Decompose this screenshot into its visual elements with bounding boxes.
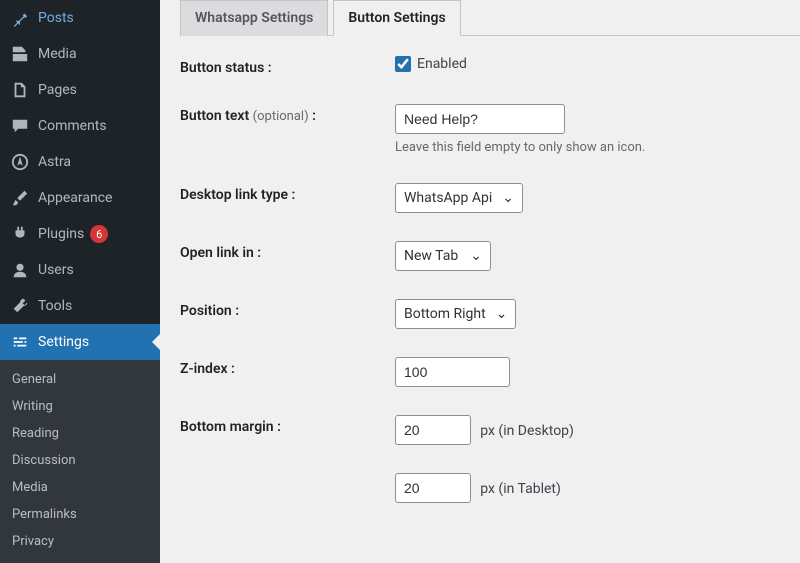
sidebar-label: Media <box>38 46 77 62</box>
zindex-label: Z-index : <box>180 357 395 377</box>
sidebar-label: Pages <box>38 82 77 98</box>
submenu-item-media[interactable]: Media <box>0 474 160 501</box>
sidebar-label: Users <box>38 262 74 278</box>
main-content: Whatsapp Settings Button Settings Button… <box>160 0 800 550</box>
sidebar-item-media[interactable]: Media <box>0 36 160 72</box>
sidebar-item-plugins[interactable]: Plugins 6 <box>0 216 160 252</box>
position-select[interactable]: Bottom Right ⌄ <box>395 299 516 329</box>
sidebar-label: Settings <box>38 334 89 350</box>
button-text-label: Button text (optional) : <box>180 104 395 124</box>
submenu-item-reading[interactable]: Reading <box>0 420 160 447</box>
bottom-margin-desktop-input[interactable] <box>395 415 471 445</box>
submenu-item-privacy[interactable]: Privacy <box>0 528 160 555</box>
open-link-in-select[interactable]: New Tab ⌄ <box>395 241 491 271</box>
chevron-down-icon: ⌄ <box>496 306 508 322</box>
settings-submenu: General Writing Reading Discussion Media… <box>0 360 160 563</box>
sidebar-label: Astra <box>38 154 71 170</box>
pages-icon <box>10 80 30 100</box>
update-badge: 6 <box>90 225 108 243</box>
media-icon <box>10 44 30 64</box>
pin-icon <box>10 8 30 28</box>
sidebar-item-posts[interactable]: Posts <box>0 0 160 36</box>
button-status-label: Button status : <box>180 56 395 76</box>
button-text-help: Leave this field empty to only show an i… <box>395 140 800 155</box>
submenu-item-permalinks[interactable]: Permalinks <box>0 501 160 528</box>
button-status-checkbox[interactable] <box>395 56 411 72</box>
button-status-checkbox-label: Enabled <box>417 56 467 72</box>
chevron-down-icon: ⌄ <box>470 248 482 264</box>
sidebar-item-tools[interactable]: Tools <box>0 288 160 324</box>
button-text-input[interactable] <box>395 104 565 134</box>
comment-icon <box>10 116 30 136</box>
settings-tabs: Whatsapp Settings Button Settings <box>180 0 800 36</box>
desktop-link-type-select[interactable]: WhatsApp Api ⌄ <box>395 183 523 213</box>
bottom-margin-desktop-suffix: px (in Desktop) <box>480 423 574 439</box>
sidebar-item-comments[interactable]: Comments <box>0 108 160 144</box>
desktop-link-type-label: Desktop link type : <box>180 183 395 203</box>
submenu-item-discussion[interactable]: Discussion <box>0 447 160 474</box>
sidebar-item-users[interactable]: Users <box>0 252 160 288</box>
bottom-margin-label: Bottom margin : <box>180 415 395 435</box>
sidebar-item-settings[interactable]: Settings <box>0 324 160 360</box>
zindex-input[interactable] <box>395 357 510 387</box>
tab-button-settings[interactable]: Button Settings <box>333 0 460 36</box>
wrench-icon <box>10 296 30 316</box>
chevron-down-icon: ⌄ <box>502 190 514 206</box>
user-icon <box>10 260 30 280</box>
sidebar-label: Tools <box>38 298 72 314</box>
sliders-icon <box>10 332 30 352</box>
button-settings-form: Button status : Enabled Button text (opt… <box>180 56 800 503</box>
sidebar-item-pages[interactable]: Pages <box>0 72 160 108</box>
bottom-margin-tablet-input[interactable] <box>395 473 471 503</box>
tab-whatsapp-settings[interactable]: Whatsapp Settings <box>180 0 328 36</box>
sidebar-label: Plugins <box>38 226 84 242</box>
admin-sidebar: Posts Media Pages Comments Astra Appeara… <box>0 0 160 550</box>
open-link-in-label: Open link in : <box>180 241 395 261</box>
submenu-item-writing[interactable]: Writing <box>0 393 160 420</box>
brush-icon <box>10 188 30 208</box>
sidebar-label: Appearance <box>38 190 112 206</box>
bottom-margin-tablet-suffix: px (in Tablet) <box>480 481 561 497</box>
sidebar-item-appearance[interactable]: Appearance <box>0 180 160 216</box>
sidebar-label: Posts <box>38 10 74 26</box>
sidebar-item-astra[interactable]: Astra <box>0 144 160 180</box>
astra-icon <box>10 152 30 172</box>
plugin-icon <box>10 224 30 244</box>
sidebar-label: Comments <box>38 118 107 134</box>
position-label: Position : <box>180 299 395 319</box>
submenu-item-general[interactable]: General <box>0 366 160 393</box>
